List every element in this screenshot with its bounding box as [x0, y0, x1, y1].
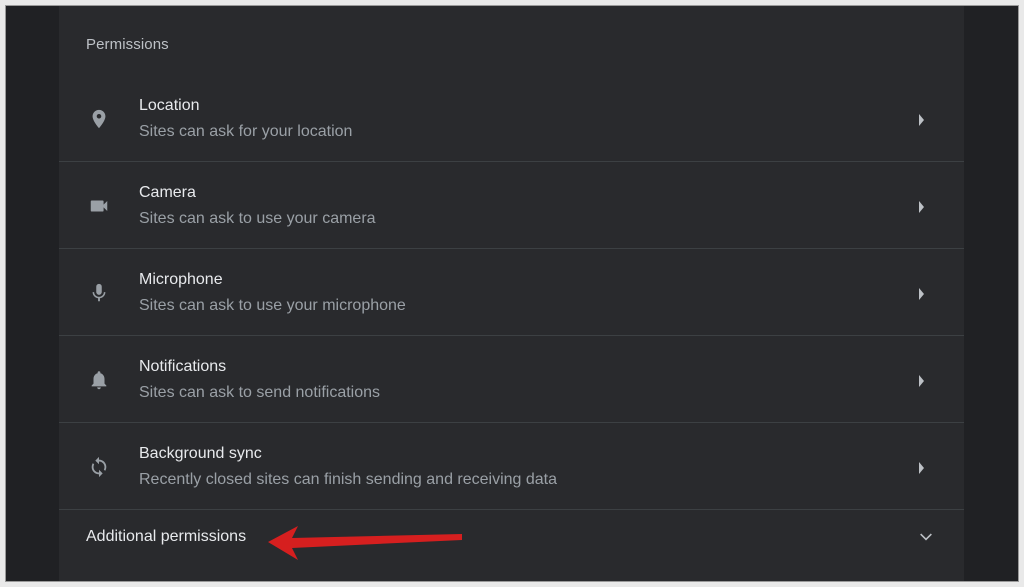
bell-icon	[87, 368, 111, 392]
permission-subtitle: Sites can ask to use your camera	[139, 210, 376, 227]
chevron-right-icon	[916, 374, 928, 387]
permission-title: Notifications	[139, 358, 227, 375]
permission-title: Camera	[139, 184, 196, 201]
permission-row-background-sync[interactable]: Background sync Recently closed sites ca…	[59, 424, 964, 510]
permission-row-notifications[interactable]: Notifications Sites can ask to send noti…	[59, 337, 964, 423]
permission-subtitle: Recently closed sites can finish sending…	[139, 471, 558, 488]
videocam-icon	[87, 194, 111, 218]
permission-row-camera[interactable]: Camera Sites can ask to use your camera	[59, 163, 964, 249]
mic-icon	[87, 281, 111, 305]
chevron-right-icon	[916, 287, 928, 300]
sync-icon	[87, 455, 111, 479]
permission-subtitle: Sites can ask to use your microphone	[139, 297, 406, 314]
permission-subtitle: Sites can ask for your location	[139, 123, 353, 140]
section-title: Permissions	[86, 36, 169, 53]
additional-permissions-toggle[interactable]: Additional permissions	[59, 506, 964, 568]
settings-window: Permissions Location Sites can ask for y…	[5, 5, 1019, 582]
chevron-down-icon	[918, 528, 934, 544]
annotation-arrow-icon	[268, 526, 462, 560]
additional-permissions-label: Additional permissions	[86, 528, 247, 545]
permission-row-microphone[interactable]: Microphone Sites can ask to use your mic…	[59, 250, 964, 336]
permission-subtitle: Sites can ask to send notifications	[139, 384, 381, 401]
permission-title: Location	[139, 97, 200, 114]
chevron-right-icon	[916, 461, 928, 474]
chevron-right-icon	[916, 113, 928, 126]
permissions-card: Permissions Location Sites can ask for y…	[59, 6, 964, 581]
chevron-right-icon	[916, 200, 928, 213]
permission-title: Background sync	[139, 445, 262, 462]
location-pin-icon	[87, 107, 111, 131]
permission-title: Microphone	[139, 271, 223, 288]
permission-row-location[interactable]: Location Sites can ask for your location	[59, 76, 964, 162]
